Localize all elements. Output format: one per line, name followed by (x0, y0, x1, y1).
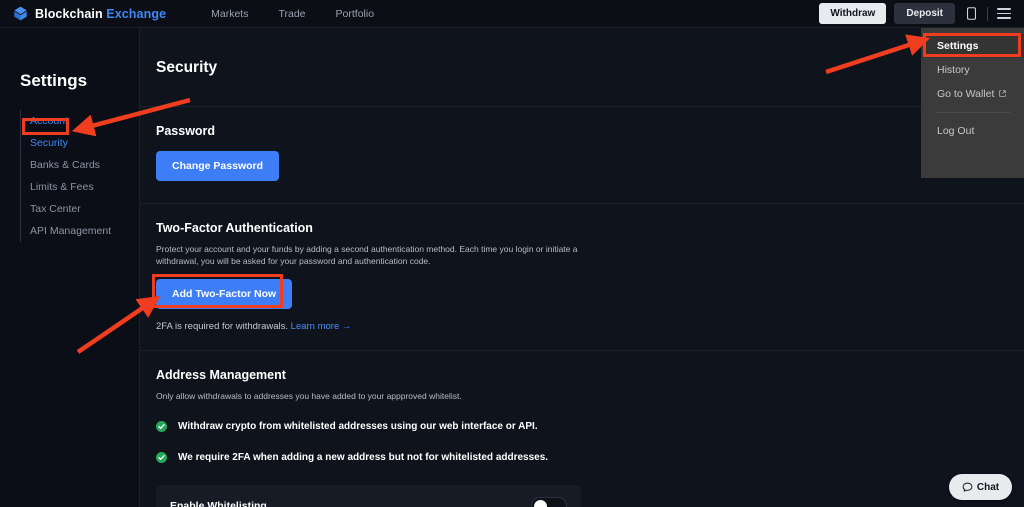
cube-logo-icon (14, 6, 27, 21)
brand-name: Blockchain Exchange (35, 6, 167, 21)
main-nav: Markets Trade Portfolio (211, 8, 374, 20)
nav-portfolio[interactable]: Portfolio (336, 8, 375, 20)
sidebar-item-account[interactable]: Account (21, 110, 139, 132)
chat-label: Chat (976, 481, 1000, 493)
list-item: We require 2FA when adding a new address… (156, 451, 1008, 463)
address-management-heading: Address Management (156, 367, 286, 382)
whitelist-check-label-2: We require 2FA when adding a new address… (178, 451, 549, 463)
deposit-button[interactable]: Deposit (894, 3, 955, 24)
sidebar-nav-list: Account Security Banks & Cards Limits & … (20, 110, 139, 242)
chat-button[interactable]: Chat (949, 474, 1012, 500)
dropdown-history-label: History (937, 64, 970, 76)
dropdown-item-go-to-wallet[interactable]: Go to Wallet (921, 82, 1024, 106)
top-header-bar: Blockchain Exchange Markets Trade Portfo… (0, 0, 1024, 28)
dropdown-item-history[interactable]: History (921, 58, 1024, 82)
sidebar-item-security[interactable]: Security (21, 132, 139, 154)
nav-markets[interactable]: Markets (211, 8, 248, 20)
enable-whitelisting-toggle[interactable] (531, 497, 567, 507)
dropdown-separator (935, 112, 1010, 113)
sidebar-item-tax-center[interactable]: Tax Center (21, 198, 139, 220)
sidebar-item-banks-and-cards[interactable]: Banks & Cards (21, 154, 139, 176)
settings-sidebar: Settings Account Security Banks & Cards … (0, 28, 140, 507)
exchange-settings-page: Blockchain Exchange Markets Trade Portfo… (0, 0, 1024, 507)
password-section: Password Change Password (140, 107, 1024, 181)
sidebar-item-limits-and-fees[interactable]: Limits & Fees (21, 176, 139, 198)
dropdown-item-log-out[interactable]: Log Out (921, 119, 1024, 143)
change-password-button[interactable]: Change Password (156, 151, 280, 181)
header-divider (987, 6, 988, 21)
two-factor-heading: Two-Factor Authentication (156, 221, 313, 235)
hamburger-menu-icon[interactable] (996, 6, 1012, 22)
header-actions: Withdraw Deposit (819, 3, 1012, 24)
two-factor-note-text: 2FA is required for withdrawals. (156, 320, 289, 332)
nav-trade[interactable]: Trade (278, 8, 305, 20)
dropdown-settings-label: Settings (937, 40, 979, 52)
enable-whitelisting-card: Enable Whitelisting (156, 484, 581, 507)
withdraw-button[interactable]: Withdraw (819, 3, 887, 24)
two-factor-description: Protect your account and your funds by a… (156, 244, 578, 267)
two-factor-note: 2FA is required for withdrawals. Learn m… (156, 321, 1008, 332)
whitelist-check-label-1: Withdraw crypto from whitelisted address… (178, 420, 538, 432)
toggle-knob (534, 499, 547, 507)
learn-more-link[interactable]: Learn more → (291, 321, 352, 332)
page-title: Security (156, 59, 218, 76)
external-link-icon (999, 88, 1007, 100)
enable-whitelisting-label: Enable Whitelisting (170, 499, 267, 507)
mobile-device-icon[interactable] (963, 6, 979, 22)
dropdown-logout-label: Log Out (937, 125, 975, 137)
brand-logo[interactable]: Blockchain Exchange (13, 6, 166, 21)
sidebar-title: Settings (20, 71, 88, 90)
check-circle-icon (156, 420, 167, 432)
dropdown-item-settings[interactable]: Settings (921, 34, 1024, 58)
two-factor-section: Two-Factor Authentication Protect your a… (140, 204, 1024, 332)
main-content: Security Password Change Password Two-Fa… (140, 28, 1024, 507)
speech-bubble-icon (962, 482, 973, 492)
password-heading: Password (156, 124, 216, 138)
add-two-factor-button[interactable]: Add Two-Factor Now (156, 278, 293, 309)
list-item: Withdraw crypto from whitelisted address… (156, 420, 1008, 432)
check-circle-icon (156, 451, 167, 463)
sidebar-item-api-management[interactable]: API Management (21, 220, 139, 242)
address-management-section: Address Management Only allow withdrawal… (140, 351, 1024, 507)
dropdown-wallet-label: Go to Wallet (937, 88, 995, 100)
account-dropdown-menu: Settings History Go to Wallet Log Out (921, 28, 1024, 178)
address-management-description: Only allow withdrawals to addresses you … (156, 390, 462, 401)
